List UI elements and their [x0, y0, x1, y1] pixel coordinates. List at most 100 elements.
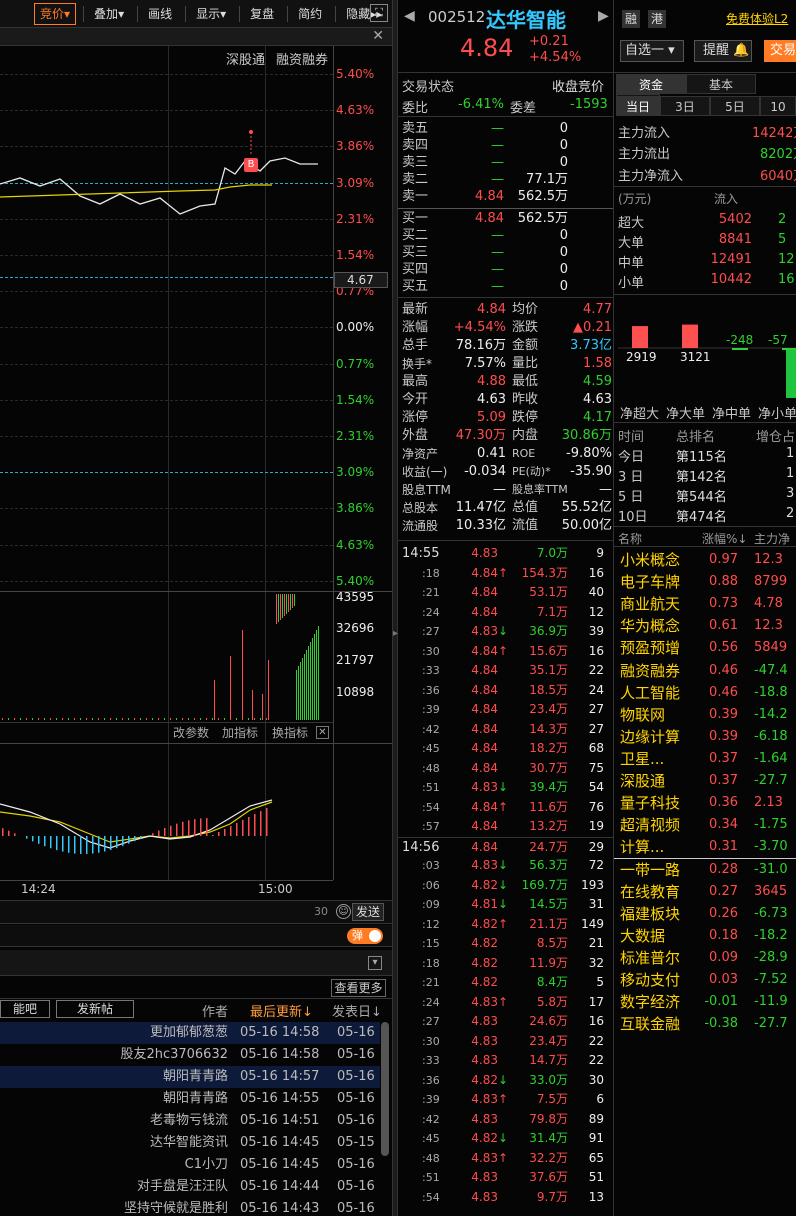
buy-marker[interactable]: B	[244, 158, 258, 172]
concept-row[interactable]: 大数据 0.18 -18.2	[614, 925, 796, 947]
close-icon[interactable]: ✕	[372, 28, 384, 45]
concept-row[interactable]: 小米概念 0.97 12.3	[614, 549, 796, 571]
book-row[interactable]: 卖二 — 77.1万	[398, 171, 613, 188]
toolbar-display[interactable]: 显示▾	[190, 3, 232, 25]
concept-name[interactable]: 商业航天	[620, 593, 680, 615]
concept-row[interactable]: 物联网 0.39 -14.2	[614, 704, 796, 726]
concept-row[interactable]: 超清视频 0.34 -1.75	[614, 814, 796, 836]
post-row[interactable]: 老毒物亏钱流 05-16 14:51 05-16	[0, 1110, 380, 1132]
post-author[interactable]: 朝阳青青路	[163, 1066, 228, 1088]
toolbar-draw[interactable]: 画线	[142, 3, 178, 25]
concept-name[interactable]: 超清视频	[620, 814, 680, 836]
posts-scrollbar[interactable]	[381, 1022, 389, 1156]
minimize-icon[interactable]: ▾	[368, 956, 382, 970]
close-indicator-icon[interactable]: ✕	[316, 726, 329, 739]
concept-name[interactable]: 电子车牌	[620, 571, 680, 593]
concept-row[interactable]: 华为概念 0.61 12.3	[614, 615, 796, 637]
tab-bar[interactable]: 能吧	[0, 1000, 50, 1018]
book-row[interactable]: 买四 — 0	[398, 261, 613, 278]
book-row[interactable]: 买五 — 0	[398, 278, 613, 295]
concept-name[interactable]: 一带一路	[620, 859, 680, 881]
post-author[interactable]: 老毒物亏钱流	[150, 1110, 228, 1132]
post-row[interactable]: 朝阳青青路 05-16 14:55 05-16	[0, 1088, 380, 1110]
post-author[interactable]: 更加郁郁葱葱	[150, 1022, 228, 1044]
concept-name[interactable]: 人工智能	[620, 682, 680, 704]
book-row[interactable]: 卖四 — 0	[398, 137, 613, 154]
hk-badge[interactable]: 港	[648, 10, 666, 28]
concept-name[interactable]: 数字经济	[620, 991, 680, 1013]
next-stock-icon[interactable]: ▶	[598, 8, 609, 24]
concept-row[interactable]: 边缘计算 0.39 -6.18	[614, 726, 796, 748]
concept-row[interactable]: 人工智能 0.46 -18.8	[614, 682, 796, 704]
post-row[interactable]: 坚持守候就是胜利 05-16 14:43 05-16	[0, 1198, 380, 1216]
concept-row[interactable]: 量子科技 0.36 2.13	[614, 792, 796, 814]
concept-row[interactable]: 融资融券 0.46 -47.4	[614, 660, 796, 682]
concept-name[interactable]: 预盈预增	[620, 637, 680, 659]
emoji-icon[interactable]: ☺	[336, 904, 351, 919]
fullscreen-icon[interactable]: ⛶	[370, 4, 388, 22]
concept-row[interactable]: 标准普尔 0.09 -28.9	[614, 947, 796, 969]
concept-row[interactable]: 卫星... 0.37 -1.64	[614, 748, 796, 770]
toolbar-overlay[interactable]: 叠加▾	[88, 3, 130, 25]
trade-button[interactable]: 交易	[764, 40, 796, 62]
concept-row[interactable]: 数字经济 -0.01 -11.9	[614, 991, 796, 1013]
period-today[interactable]: 当日	[616, 96, 660, 116]
toolbar-auction[interactable]: 竞价▾	[34, 2, 77, 25]
concept-name[interactable]: 融资融券	[620, 660, 680, 682]
concept-name[interactable]: 物联网	[620, 704, 665, 726]
concept-name[interactable]: 大数据	[620, 925, 665, 947]
concept-name[interactable]: 量子科技	[620, 792, 680, 814]
concept-name[interactable]: 在线教育	[620, 881, 680, 903]
post-author[interactable]: 坚持守候就是胜利	[124, 1198, 228, 1216]
concept-header-pct[interactable]: 涨幅%↓	[702, 530, 747, 547]
post-author[interactable]: 股友2hc3706632	[120, 1044, 228, 1066]
popup-toggle[interactable]: 弹	[347, 928, 383, 944]
period-10d[interactable]: 10	[760, 96, 796, 116]
concept-row[interactable]: 商业航天 0.73 4.78	[614, 593, 796, 615]
concept-row[interactable]: 福建板块 0.26 -6.73	[614, 903, 796, 925]
concept-name[interactable]: 卫星...	[620, 748, 664, 770]
post-author[interactable]: 达华智能资讯	[150, 1132, 228, 1154]
book-row[interactable]: 卖五 — 0	[398, 120, 613, 137]
concept-name[interactable]: 深股通	[620, 770, 665, 792]
concept-header-name[interactable]: 名称	[618, 530, 642, 547]
concept-name[interactable]: 小米概念	[620, 549, 680, 571]
post-author[interactable]: 对手盘是汪汪队	[137, 1176, 228, 1198]
concept-name[interactable]: 互联金融	[620, 1013, 680, 1035]
concept-row[interactable]: 互联金融 -0.38 -27.7	[614, 1013, 796, 1035]
concept-name[interactable]: 福建板块	[620, 903, 680, 925]
book-row[interactable]: 买三 — 0	[398, 244, 613, 261]
concept-row[interactable]: 在线教育 0.27 3645	[614, 881, 796, 903]
concept-row[interactable]: 移动支付 0.03 -7.52	[614, 969, 796, 991]
post-row[interactable]: 朝阳青青路 05-16 14:57 05-16	[0, 1066, 380, 1088]
alert-button[interactable]: 提醒 🔔	[694, 40, 752, 62]
concept-row[interactable]: 电子车牌 0.88 8799	[614, 571, 796, 593]
concept-name[interactable]: 边缘计算	[620, 726, 680, 748]
header-posted[interactable]: 发表日↓	[332, 1001, 382, 1020]
concept-header-flow[interactable]: 主力净	[754, 530, 790, 547]
post-row[interactable]: 股友2hc3706632 05-16 14:58 05-16	[0, 1044, 380, 1066]
tab-basic[interactable]: 基本	[686, 74, 756, 94]
book-row[interactable]: 买二 — 0	[398, 227, 613, 244]
concept-name[interactable]: 标准普尔	[620, 947, 680, 969]
header-author[interactable]: 作者	[202, 1001, 228, 1020]
post-row[interactable]: 达华智能资讯 05-16 14:45 05-15	[0, 1132, 380, 1154]
concept-name[interactable]: 移动支付	[620, 969, 680, 991]
new-post-button[interactable]: 发新帖	[56, 1000, 134, 1018]
send-button[interactable]: 发送	[352, 903, 384, 921]
post-row[interactable]: 对手盘是汪汪队 05-16 14:44 05-16	[0, 1176, 380, 1198]
book-row[interactable]: 卖三 — 0	[398, 154, 613, 171]
free-trial-link[interactable]: 免费体验L2	[726, 10, 788, 27]
book-row[interactable]: 卖一 4.84 562.5万	[398, 188, 613, 205]
prev-stock-icon[interactable]: ◀	[404, 8, 415, 24]
concept-name[interactable]: 计算...	[620, 836, 664, 858]
post-author[interactable]: 朝阳青青路	[163, 1088, 228, 1110]
period-3d[interactable]: 3日	[660, 96, 710, 116]
concept-row[interactable]: 预盈预增 0.56 5849	[614, 637, 796, 659]
view-more-button[interactable]: 查看更多	[331, 979, 386, 997]
toolbar-replay[interactable]: 复盘	[244, 3, 280, 25]
post-row[interactable]: 更加郁郁葱葱 05-16 14:58 05-16	[0, 1022, 380, 1044]
adjust-params-button[interactable]: 改参数	[173, 724, 209, 741]
concept-row[interactable]: 深股通 0.37 -27.7	[614, 770, 796, 792]
add-indicator-button[interactable]: 加指标	[222, 724, 258, 741]
